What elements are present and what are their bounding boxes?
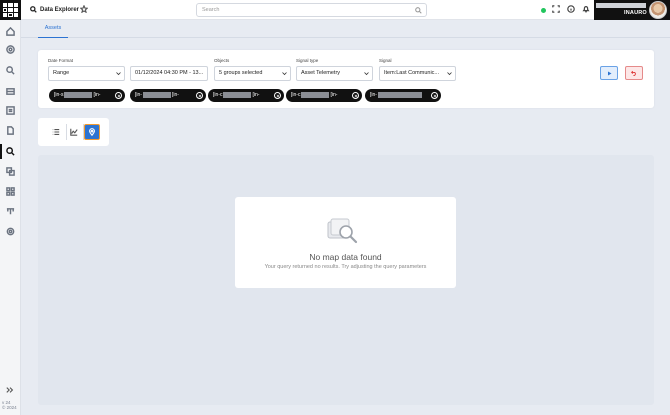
date-range-value: 01/12/2024 04:30 PM - 13... (135, 70, 204, 76)
empty-state: No map data found Your query returned no… (235, 197, 456, 288)
remove-chip-icon[interactable] (431, 92, 438, 99)
date-range-picker[interactable]: 01/12/2024 04:30 PM - 13... (130, 66, 208, 81)
objects-label: Objects (214, 58, 230, 63)
signal-select[interactable]: Item:Last Communic... (379, 66, 456, 81)
logo-mark (3, 3, 18, 17)
expand-rail-icon[interactable] (6, 386, 15, 395)
chevron-down-icon (116, 72, 121, 76)
reports-icon[interactable] (5, 105, 16, 116)
chip-prefix: [in- (135, 92, 142, 98)
empty-state-subtitle: Your query returned no results. Try adju… (264, 264, 427, 270)
search-placeholder: Search (202, 7, 220, 13)
connection-status-dot (541, 8, 546, 13)
date-format-value: Range (53, 70, 70, 76)
line-chart-icon (70, 128, 78, 136)
chip-prefix: [in- (370, 92, 377, 98)
chart-view-button[interactable] (66, 124, 82, 140)
view-switcher (38, 118, 109, 146)
list-icon (52, 129, 60, 135)
hierarchy-icon[interactable] (5, 206, 16, 217)
chevron-down-icon (447, 72, 452, 76)
apps-icon[interactable] (5, 186, 16, 197)
objects-value: 5 groups selected (219, 70, 263, 76)
chevron-down-icon (364, 72, 369, 76)
layers-icon[interactable] (5, 166, 16, 177)
user-organization: INAURO (624, 10, 647, 16)
signal-type-select[interactable]: Asset Telemetry (296, 66, 373, 81)
map-view-button[interactable] (84, 124, 100, 140)
date-format-label: Date Format (48, 58, 74, 63)
signal-label: Signal (379, 58, 392, 63)
avatar[interactable] (649, 1, 667, 19)
home-icon[interactable] (5, 26, 16, 37)
search-icon (30, 6, 37, 13)
reset-query-button[interactable] (625, 66, 643, 80)
fullscreen-icon[interactable] (552, 5, 561, 14)
empty-folder-search-icon (327, 218, 358, 244)
notifications-bell-icon[interactable] (582, 5, 591, 14)
signal-type-field: Signal type (296, 58, 318, 65)
selected-object-chip: [in-s [in- (49, 89, 125, 102)
app-logo[interactable] (0, 0, 21, 20)
global-search-input[interactable]: Search (196, 3, 427, 17)
top-bar: Data Explorer Search INAURO (21, 0, 670, 20)
tab-assets[interactable]: Assets (38, 20, 68, 38)
zoom-search-icon[interactable] (5, 65, 16, 76)
signal-type-label: Signal type (296, 58, 319, 63)
remove-chip-icon[interactable] (274, 92, 281, 99)
chip-suffix: [in- (171, 92, 179, 98)
chip-prefix: [in-c (291, 92, 301, 98)
query-filter-panel: Date Format Range 01/12/2024 04:30 PM - … (38, 50, 654, 108)
data-explorer-icon[interactable] (0, 144, 16, 159)
chip-prefix: [in-s (54, 92, 64, 98)
help-icon[interactable] (567, 5, 576, 14)
dashboard-icon[interactable] (5, 44, 16, 55)
chip-prefix: [in-c (213, 92, 223, 98)
user-menu[interactable]: INAURO (594, 0, 670, 20)
play-icon (607, 71, 611, 75)
signal-type-value: Asset Telemetry (301, 70, 341, 76)
selected-object-chip: [in- [in- (130, 89, 206, 102)
objects-field: Objects (214, 58, 229, 65)
map-pin-icon (89, 128, 95, 136)
version-info: v 24 © 2024 (2, 400, 17, 410)
favorite-star-icon[interactable] (79, 4, 89, 14)
selected-object-chip: [in-c [in- (286, 89, 362, 102)
settings-icon[interactable] (5, 226, 16, 237)
chip-suffix: [in- (330, 92, 338, 98)
map-view-panel: No map data found Your query returned no… (38, 155, 654, 405)
date-format-select[interactable]: Range (48, 66, 125, 81)
devices-icon[interactable] (5, 86, 16, 97)
remove-chip-icon[interactable] (352, 92, 359, 99)
copyright-label: © 2024 (2, 405, 17, 410)
list-view-button[interactable] (48, 124, 64, 140)
signal-field: Signal (379, 58, 392, 65)
signal-value: Item:Last Communic... (384, 70, 440, 76)
tab-divider (21, 37, 670, 38)
page-title: Data Explorer (30, 6, 79, 13)
objects-select[interactable]: 5 groups selected (214, 66, 291, 81)
undo-icon (631, 70, 636, 76)
left-nav-rail: v 24 © 2024 (0, 0, 21, 415)
selected-object-chip: [in- (365, 89, 441, 102)
chip-suffix: [in- (252, 92, 260, 98)
chevron-down-icon (282, 72, 287, 76)
search-icon (415, 7, 422, 14)
run-query-button[interactable] (600, 66, 618, 80)
empty-state-title: No map data found (309, 252, 382, 262)
remove-chip-icon[interactable] (115, 92, 122, 99)
date-format-field: Date Format (48, 58, 73, 65)
remove-chip-icon[interactable] (196, 92, 203, 99)
chip-suffix: [in- (93, 92, 101, 98)
document-icon[interactable] (5, 125, 16, 136)
selected-object-chip: [in-c [in- (208, 89, 284, 102)
user-name-redacted (596, 3, 646, 8)
page-title-text: Data Explorer (40, 6, 80, 13)
